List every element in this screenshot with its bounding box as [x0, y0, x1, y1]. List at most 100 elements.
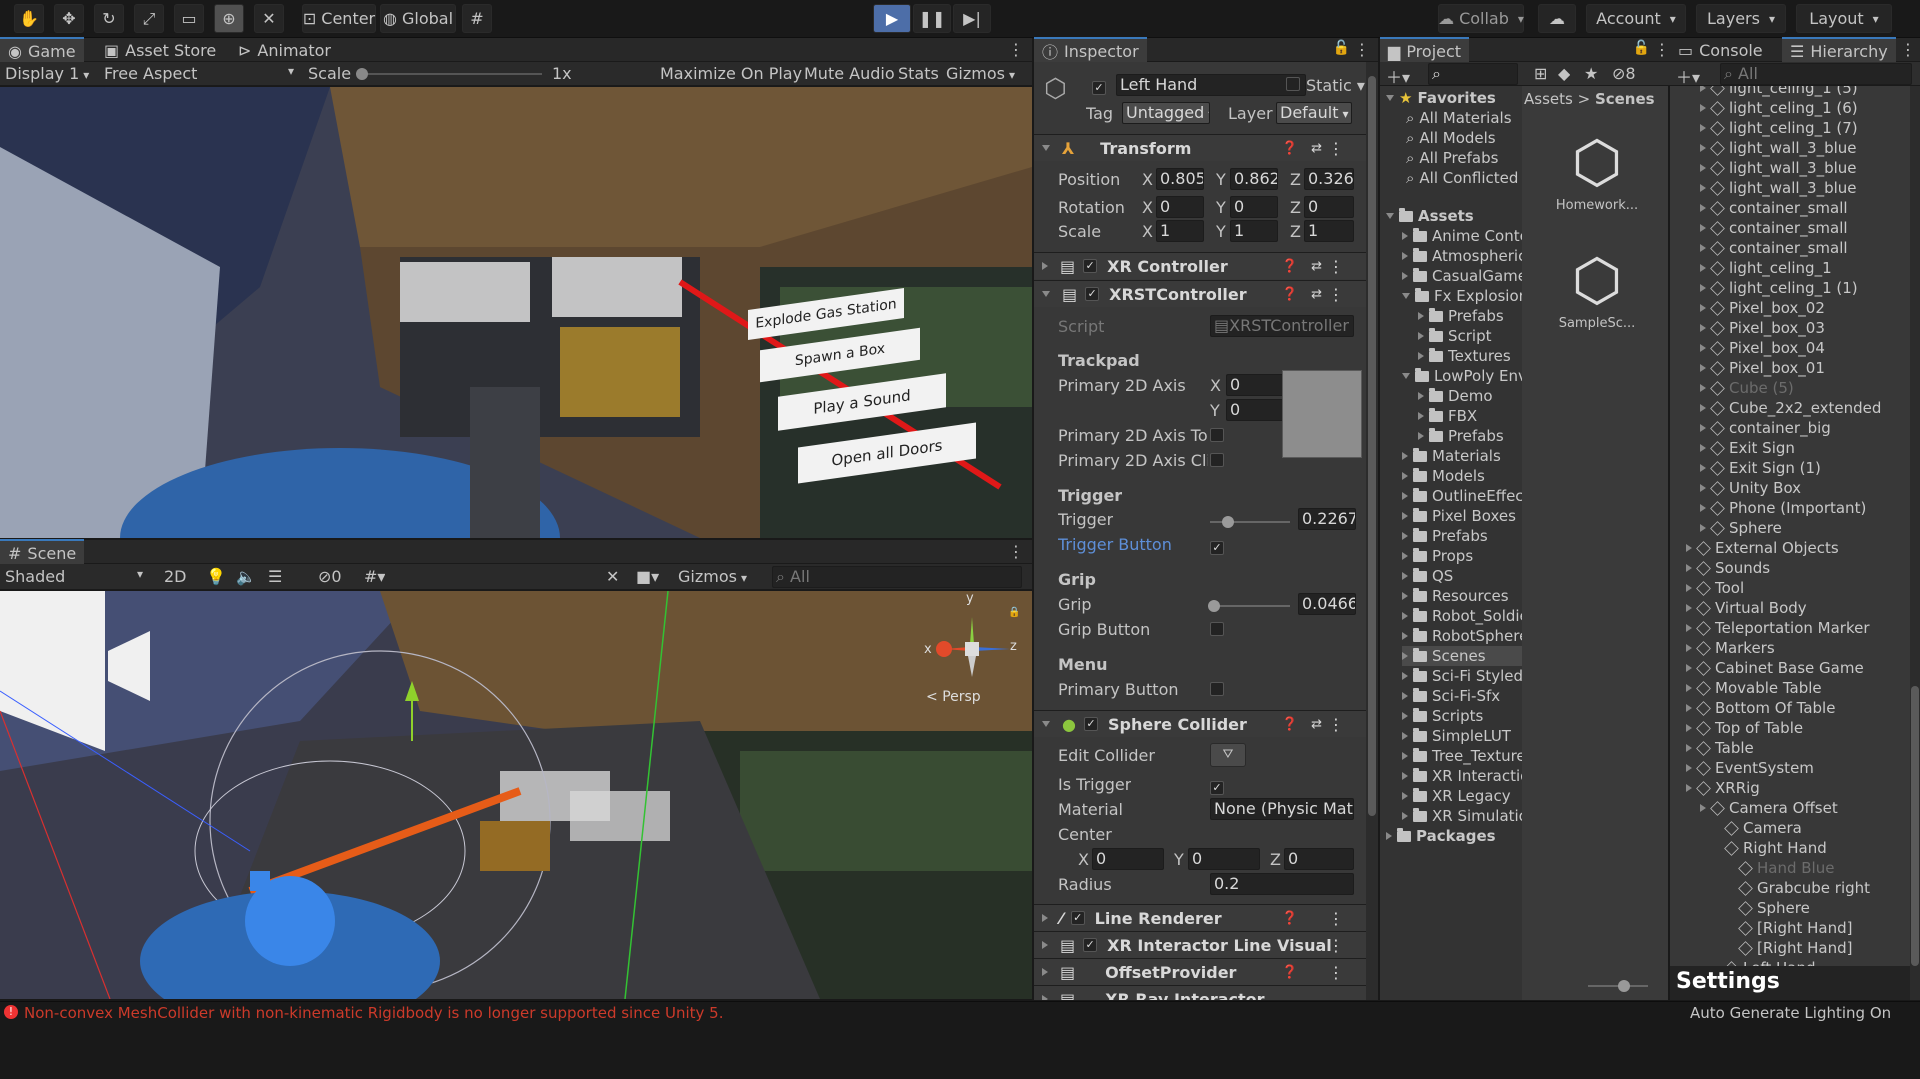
shading-dropdown[interactable]: Shaded ▾ [5, 567, 145, 586]
hierarchy-item[interactable]: Right Hand [1714, 838, 1827, 858]
hierarchy-item[interactable]: Cube_2x2_extended [1700, 398, 1881, 418]
mute-audio-toggle[interactable]: Mute Audio [804, 64, 895, 83]
scene-search-input[interactable]: ⌕ All [772, 566, 1022, 588]
project-folder-item[interactable]: Prefabs [1402, 526, 1488, 546]
error-message[interactable]: Non-convex MeshCollider with non-kinemat… [24, 1004, 724, 1022]
rotation-y-field[interactable]: 0 [1230, 196, 1278, 218]
account-dropdown[interactable]: Account [1586, 4, 1686, 33]
hierarchy-item[interactable]: light_celing_1 (7) [1700, 118, 1858, 138]
rotation-z-field[interactable]: 0 [1304, 196, 1354, 218]
scale-z-field[interactable]: 1 [1304, 220, 1354, 242]
axis-touch-checkbox[interactable] [1210, 428, 1224, 446]
layer-dropdown[interactable]: Default [1276, 102, 1352, 124]
breadcrumb-assets[interactable]: Assets [1524, 90, 1573, 108]
xr-controller-header[interactable]: ▤ ✓ XR Controller ❓ ⇄ ⋮ [1034, 252, 1366, 279]
hierarchy-item[interactable]: Top of Table [1686, 718, 1803, 738]
center-y-field[interactable]: 0 [1188, 848, 1260, 870]
audio-icon[interactable]: 🔈 [236, 567, 256, 586]
move-tool-icon[interactable]: ✥ [54, 4, 84, 33]
asset-tile[interactable]: ⬡ SampleSc... [1552, 244, 1642, 354]
assets-section[interactable]: Assets [1386, 206, 1474, 226]
scale-y-field[interactable]: 1 [1230, 220, 1278, 242]
hierarchy-item[interactable]: light_wall_3_blue [1700, 178, 1857, 198]
hierarchy-item[interactable]: container_small [1700, 238, 1848, 258]
preset-icon[interactable]: ⇄ [1311, 717, 1322, 732]
hidden-objects-toggle[interactable]: ⊘0 [318, 567, 342, 586]
hierarchy-item[interactable]: light_celing_1 [1700, 258, 1832, 278]
project-folder-item[interactable]: Materials [1402, 446, 1501, 466]
xr-interactor-line-visual-header[interactable]: ▤ ✓ XR Interactor Line Visual ⋮ [1034, 931, 1366, 958]
rect-tool-icon[interactable]: ▭ [174, 4, 204, 33]
project-more-icon[interactable]: ⋮ [1654, 40, 1670, 59]
custom-tool-icon[interactable]: ✕ [254, 4, 284, 33]
project-folder-item[interactable]: FBX [1418, 406, 1477, 426]
layers-dropdown[interactable]: Layers [1696, 4, 1786, 33]
scale-tool-icon[interactable]: ⤢ [134, 4, 164, 33]
hierarchy-search-input[interactable]: ⌕ All [1720, 63, 1912, 85]
scene-more-icon[interactable]: ⋮ [1008, 542, 1024, 561]
tab-animator[interactable]: ⊳ Animator [230, 37, 339, 63]
hierarchy-item[interactable]: XRRig [1686, 778, 1760, 798]
preset-icon[interactable]: ⇄ [1311, 141, 1322, 156]
favorite-star-icon[interactable]: ★ [1584, 64, 1598, 83]
project-search-input[interactable]: ⌕ [1428, 63, 1518, 85]
tools-icon[interactable]: ✕ [606, 567, 619, 586]
more-options-icon[interactable]: ⋮ [1008, 40, 1024, 59]
hierarchy-item[interactable]: Bottom Of Table [1686, 698, 1835, 718]
hierarchy-item[interactable]: Sphere [1700, 518, 1782, 538]
grip-slider-thumb[interactable] [1208, 600, 1220, 612]
material-field[interactable]: None (Physic Material) [1210, 798, 1354, 820]
hierarchy-item[interactable]: Markers [1686, 638, 1775, 658]
tag-dropdown[interactable]: Untagged [1122, 102, 1210, 124]
component-menu-icon[interactable]: ⋮ [1328, 909, 1344, 928]
grip-value-field[interactable]: 0.0466 [1298, 593, 1356, 615]
xr-ray-interactor-header[interactable]: ▤ XR Ray Interactor [1034, 985, 1366, 1000]
project-folder-item[interactable]: Props [1402, 546, 1473, 566]
play-button[interactable]: ▶ [873, 4, 911, 33]
edit-collider-button[interactable]: ⛛ [1210, 743, 1246, 767]
icon-size-thumb[interactable] [1618, 980, 1630, 992]
center-x-field[interactable]: 0 [1092, 848, 1164, 870]
hierarchy-item[interactable]: Tool [1686, 578, 1744, 598]
hierarchy-item[interactable]: light_celing_1 (6) [1700, 98, 1858, 118]
project-folder-item[interactable]: Fx Explosion [1402, 286, 1522, 306]
active-checkbox[interactable]: ✓ [1092, 77, 1106, 95]
project-folder-item[interactable]: Sci-Fi-Sfx [1402, 686, 1500, 706]
hierarchy-item[interactable]: Pixel_box_02 [1700, 298, 1825, 318]
hierarchy-item[interactable]: container_small [1700, 218, 1848, 238]
tab-scene[interactable]: # Scene [0, 539, 85, 565]
project-folder-item[interactable]: Scenes [1402, 646, 1522, 666]
layout-dropdown[interactable]: Layout [1796, 4, 1892, 33]
favorite-item[interactable]: ⌕ All Conflicted [1406, 168, 1518, 188]
project-folder-item[interactable]: Demo [1418, 386, 1493, 406]
hierarchy-item[interactable]: EventSystem [1686, 758, 1814, 778]
aspect-dropdown[interactable]: Free Aspect ▾ [104, 64, 294, 83]
hierarchy-item[interactable]: [Right Hand] [1728, 938, 1852, 958]
axis-click-checkbox[interactable] [1210, 453, 1224, 471]
hierarchy-item[interactable]: [Right Hand] [1728, 918, 1852, 938]
project-folder-item[interactable]: XR Legacy [1402, 786, 1511, 806]
line-renderer-header[interactable]: ⁄ ✓ Line Renderer ❓ ⋮ [1034, 904, 1366, 931]
lock-icon[interactable]: 🔒 [1008, 607, 1020, 618]
component-enabled-checkbox[interactable]: ✓ [1085, 287, 1100, 301]
scale-slider-thumb[interactable] [356, 68, 368, 80]
hierarchy-item[interactable]: Cabinet Base Game [1686, 658, 1864, 678]
offset-provider-header[interactable]: ▤ OffsetProvider ❓ ⋮ [1034, 958, 1366, 985]
trackpad-y-field[interactable]: 0 [1226, 399, 1288, 421]
hierarchy-item[interactable]: Exit Sign (1) [1700, 458, 1821, 478]
tab-console[interactable]: ▭ Console [1670, 37, 1771, 63]
project-folder-item[interactable]: Sci-Fi Styled [1402, 666, 1522, 686]
hierarchy-item[interactable]: light_celing_1 (1) [1700, 278, 1858, 298]
projection-toggle[interactable]: < Persp [926, 689, 981, 705]
tab-game[interactable]: ◉ Game [0, 37, 84, 63]
project-folder-item[interactable]: Atmospheric [1402, 246, 1522, 266]
tab-asset-store[interactable]: ▣ Asset Store [96, 37, 224, 63]
component-menu-icon[interactable]: ⋮ [1328, 285, 1344, 304]
inspector-scroll-thumb[interactable] [1368, 76, 1376, 816]
component-enabled-checkbox[interactable]: ✓ [1083, 717, 1098, 731]
inspector-more-icon[interactable]: ⋮ [1354, 40, 1370, 59]
hierarchy-item[interactable]: container_small [1700, 198, 1848, 218]
tab-hierarchy[interactable]: ☰ Hierarchy [1782, 37, 1896, 63]
game-viewport[interactable]: Explode Gas Station Spawn a Box Play a S… [0, 87, 1032, 538]
project-folder-item[interactable]: Prefabs [1418, 306, 1504, 326]
